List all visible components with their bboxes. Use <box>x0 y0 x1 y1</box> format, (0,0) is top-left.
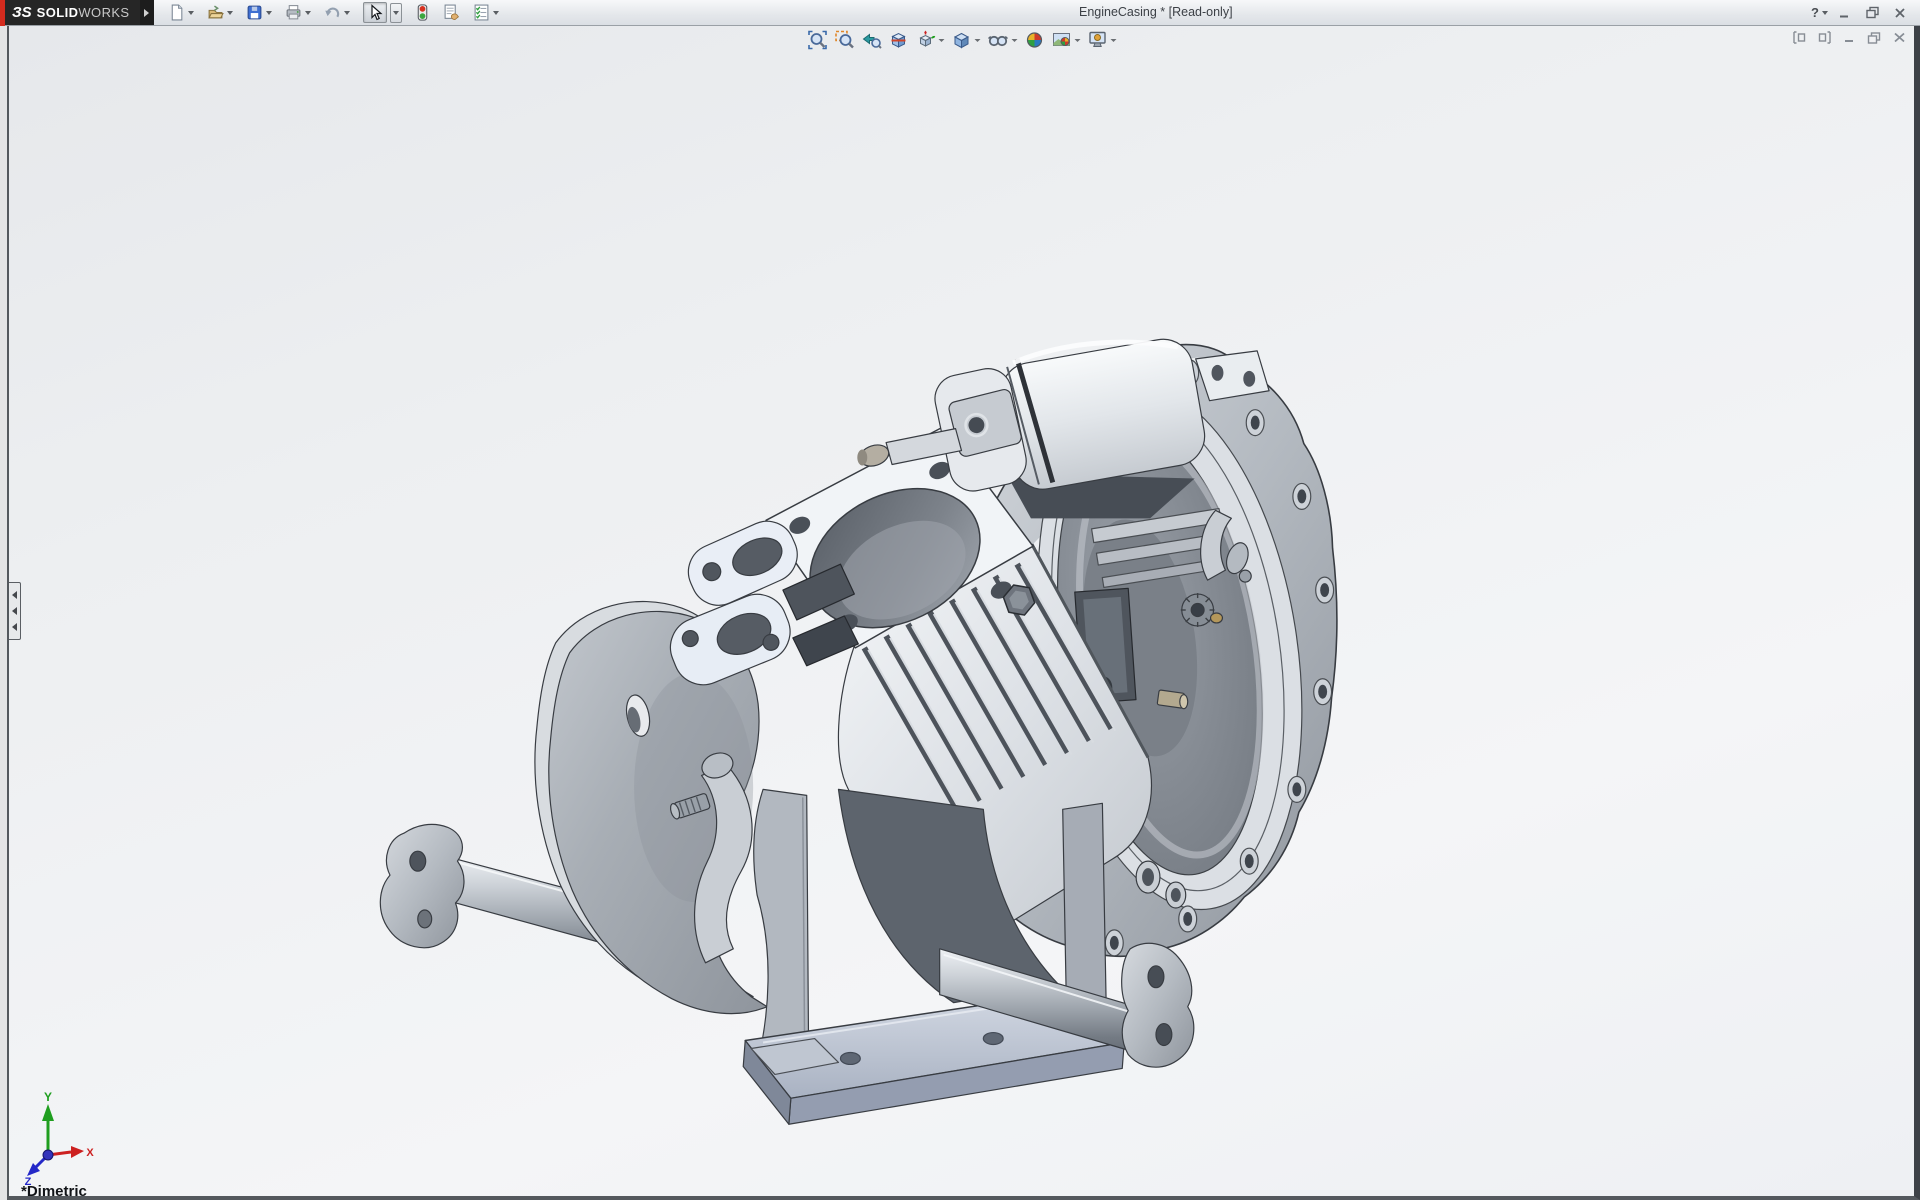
orientation-triad: Y X Z <box>19 1091 97 1186</box>
window-controls: ? <box>1811 0 1920 25</box>
logo-name-light: WORKS <box>78 5 129 20</box>
hide-show-items-dropdown-arrow-icon[interactable] <box>1011 39 1017 42</box>
view-settings-dropdown-arrow-icon[interactable] <box>1110 39 1116 42</box>
y-axis-label: Y <box>44 1091 52 1104</box>
engine-casing-model[interactable] <box>9 26 1914 1196</box>
appearance-sphere-icon <box>1024 30 1044 50</box>
save-button[interactable] <box>244 2 274 24</box>
pane-expand-right-icon <box>1817 31 1832 44</box>
new-dropdown-arrow-icon[interactable] <box>188 11 194 15</box>
display-style-button[interactable] <box>949 29 982 51</box>
solidworks-window: ЗS SOLID WORKS <box>0 0 1920 1200</box>
hide-show-items-button[interactable] <box>985 29 1019 51</box>
section-view-button[interactable] <box>886 29 910 51</box>
options-dropdown-arrow-icon[interactable] <box>493 11 499 15</box>
heads-up-view-toolbar <box>805 29 1118 51</box>
new-button[interactable] <box>166 2 196 24</box>
new-document-icon <box>168 4 185 21</box>
triad-origin <box>43 1150 53 1160</box>
pane-expand-left-icon <box>1792 31 1807 44</box>
collapse-arrow-icon <box>12 591 17 599</box>
close-button[interactable] <box>1888 4 1912 22</box>
apply-scene-dropdown-arrow-icon[interactable] <box>1074 39 1080 42</box>
close-icon <box>1893 7 1907 19</box>
restore-button[interactable] <box>1860 4 1884 22</box>
select-cursor-icon <box>367 4 383 21</box>
file-properties-button[interactable] <box>441 2 462 24</box>
expand-right-pane-button[interactable] <box>1815 30 1833 45</box>
minimize-button[interactable] <box>1832 4 1856 22</box>
zoom-to-fit-button[interactable] <box>805 29 829 51</box>
view-orientation-label: *Dimetric <box>21 1183 87 1200</box>
edit-appearance-button[interactable] <box>1022 29 1046 51</box>
section-view-icon <box>888 30 908 50</box>
x-axis-label: X <box>86 1147 94 1159</box>
rebuild-button[interactable] <box>413 2 432 24</box>
apply-scene-button[interactable] <box>1049 29 1082 51</box>
x-axis-arrow-icon <box>71 1146 84 1158</box>
logo-mark: ЗS <box>12 4 32 21</box>
view-settings-icon <box>1087 30 1107 50</box>
minimize-icon <box>1843 32 1856 43</box>
document-window-controls <box>1790 30 1908 45</box>
y-axis-arrow-icon <box>42 1104 54 1121</box>
restore-icon <box>1867 32 1881 44</box>
file-properties-icon <box>443 4 460 21</box>
previous-view-icon <box>861 30 881 50</box>
window-title: EngineCasing * [Read-only] <box>501 0 1812 25</box>
save-dropdown-arrow-icon[interactable] <box>266 11 272 15</box>
save-icon <box>246 4 263 21</box>
close-icon <box>1893 32 1906 43</box>
solidworks-logo[interactable]: ЗS SOLID WORKS <box>0 0 140 25</box>
open-dropdown-arrow-icon[interactable] <box>227 11 233 15</box>
work-area: Y X Z *Dimetric <box>0 26 1920 1200</box>
logo-red-bar <box>0 0 5 26</box>
minimize-icon <box>1837 7 1851 19</box>
view-settings-button[interactable] <box>1085 29 1118 51</box>
document-minimize-button[interactable] <box>1840 30 1858 45</box>
menu-expand-button[interactable] <box>140 0 154 25</box>
featuremanager-collapsed-tab[interactable] <box>9 582 21 640</box>
undo-dropdown-arrow-icon[interactable] <box>344 11 350 15</box>
document-restore-button[interactable] <box>1865 30 1883 45</box>
zoom-to-fit-icon <box>807 30 827 50</box>
undo-icon <box>324 4 341 21</box>
rebuild-traffic-light-icon <box>415 4 430 21</box>
undo-button[interactable] <box>322 2 352 24</box>
collapse-arrow-icon <box>12 607 17 615</box>
menu-bar-toolbar <box>154 0 501 25</box>
view-orientation-button[interactable] <box>913 29 946 51</box>
view-orientation-dropdown-arrow-icon[interactable] <box>938 39 944 42</box>
apply-scene-icon <box>1051 30 1071 50</box>
display-style-cube-icon <box>951 30 971 50</box>
collapse-arrow-icon <box>12 623 17 631</box>
options-button[interactable] <box>471 2 501 24</box>
print-dropdown-arrow-icon[interactable] <box>305 11 311 15</box>
expand-left-pane-button[interactable] <box>1790 30 1808 45</box>
view-orientation-cube-icon <box>915 30 935 50</box>
zoom-to-area-icon <box>834 30 854 50</box>
options-checklist-icon <box>473 4 490 21</box>
display-style-dropdown-arrow-icon[interactable] <box>974 39 980 42</box>
eyeglasses-icon <box>987 30 1008 50</box>
open-button[interactable] <box>205 2 235 24</box>
print-icon <box>285 4 302 21</box>
title-bar: ЗS SOLID WORKS <box>0 0 1920 26</box>
menu-expand-arrow-icon <box>144 9 149 17</box>
select-button[interactable] <box>361 2 404 24</box>
logo-name-bold: SOLID <box>37 5 79 20</box>
document-close-button[interactable] <box>1890 30 1908 45</box>
restore-icon <box>1865 6 1880 19</box>
zoom-to-area-button[interactable] <box>832 29 856 51</box>
print-button[interactable] <box>283 2 313 24</box>
previous-view-button[interactable] <box>859 29 883 51</box>
select-dropdown-button[interactable] <box>390 3 402 23</box>
select-dropdown-arrow-icon <box>393 11 399 15</box>
help-dropdown-arrow-icon <box>1822 11 1828 15</box>
help-button[interactable]: ? <box>1811 4 1828 22</box>
graphics-viewport[interactable]: Y X Z *Dimetric <box>7 26 1920 1200</box>
help-icon: ? <box>1811 5 1819 20</box>
open-folder-icon <box>207 4 224 21</box>
select-button-pressed-frame[interactable] <box>363 2 387 23</box>
